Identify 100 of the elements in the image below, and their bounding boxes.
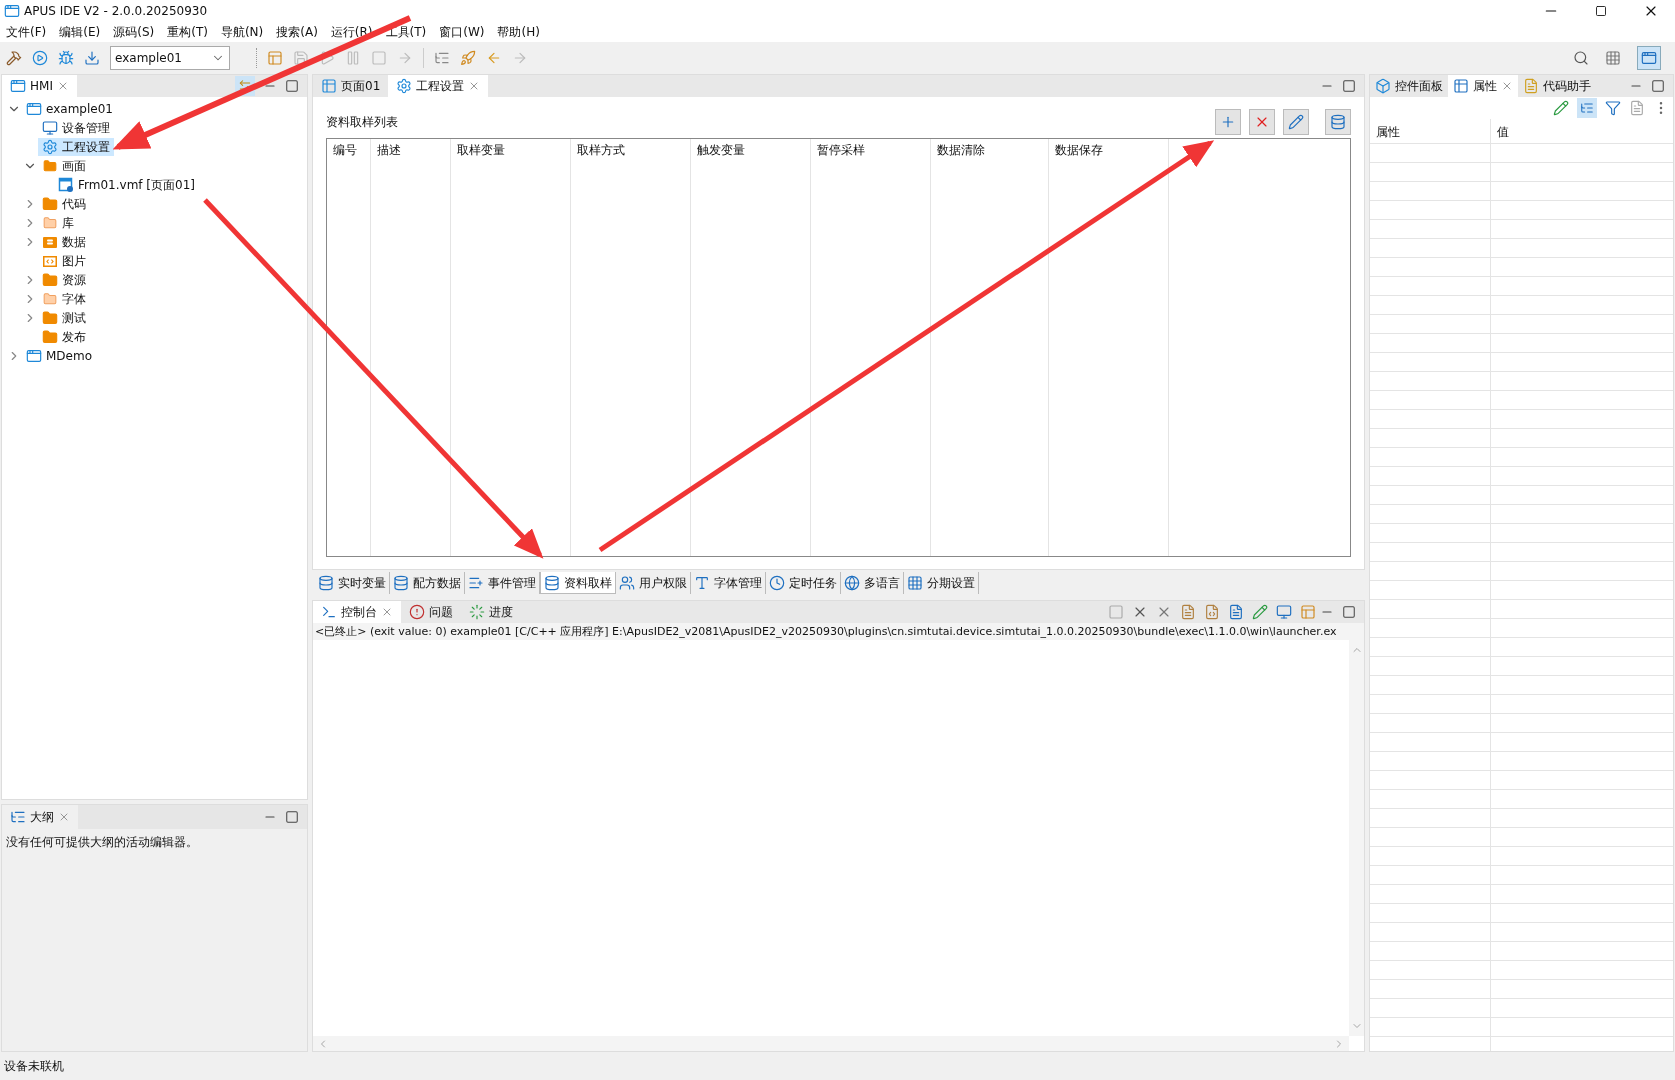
maximize-icon[interactable] (1342, 79, 1356, 93)
tree-item-label: 测试 (62, 309, 86, 327)
database-button[interactable] (1325, 109, 1351, 135)
add-button[interactable] (1215, 109, 1241, 135)
tree-item[interactable]: MDemo (22, 346, 96, 365)
delete-button[interactable] (1249, 109, 1275, 135)
menu-item[interactable]: 重构(T) (167, 23, 208, 41)
column-header[interactable]: 暂停采样 (811, 139, 930, 161)
maximize-icon[interactable] (285, 810, 299, 824)
property-column-header[interactable]: 属性 (1370, 119, 1491, 143)
restore-window-icon[interactable] (1595, 5, 1607, 17)
alert-icon (409, 604, 425, 620)
maximize-icon[interactable] (1342, 605, 1356, 619)
tree-item[interactable]: 画面 (38, 156, 90, 175)
window-title: APUS IDE V2 - 2.0.0.20250930 (24, 3, 208, 20)
menu-item[interactable]: 窗口(W) (439, 23, 485, 41)
project-combo[interactable]: example01 (110, 46, 230, 70)
menu-item[interactable]: 帮助(H) (497, 23, 540, 41)
section-title: 资料取样列表 (326, 114, 398, 131)
tree-item-label: 画面 (62, 157, 86, 175)
column-header[interactable]: 数据清除 (931, 139, 1048, 161)
tree-item[interactable]: 数据 (38, 232, 90, 251)
resume-icon[interactable] (319, 50, 335, 66)
column-header[interactable]: 编号 (327, 139, 370, 161)
project-icon (26, 347, 42, 364)
column-header[interactable]: 取样变量 (451, 139, 570, 161)
folder-icon (42, 271, 58, 288)
tree-item-label: 库 (62, 214, 74, 232)
filter-icon[interactable] (1605, 100, 1621, 116)
property-column-header[interactable]: 值 (1491, 119, 1673, 143)
perspective-icon[interactable] (1605, 50, 1621, 66)
save-icon[interactable] (293, 50, 309, 66)
column-header[interactable]: 描述 (371, 139, 450, 161)
list-icon[interactable] (434, 50, 450, 66)
vertical-scrollbar[interactable] (1349, 640, 1364, 1036)
close-tab-icon[interactable] (381, 606, 393, 618)
tree-item-label: 工程设置 (62, 138, 110, 156)
tree-item[interactable]: Frm01.vmf [页面01] (54, 175, 199, 194)
back-icon[interactable] (486, 50, 502, 66)
display-console-icon[interactable] (1276, 604, 1292, 620)
project-icon (26, 100, 42, 117)
window-icon (10, 78, 26, 94)
pencil-icon (1288, 114, 1304, 130)
outline-tab[interactable]: 大纲 (2, 805, 78, 829)
maximize-icon[interactable] (1651, 79, 1665, 93)
column-header[interactable]: 取样方式 (571, 139, 690, 161)
column-header[interactable]: 触发变量 (691, 139, 810, 161)
debug-icon[interactable] (58, 50, 74, 66)
tree-item[interactable]: 字体 (38, 289, 90, 308)
cube-icon (1375, 78, 1391, 94)
horizontal-scrollbar[interactable] (313, 1036, 1349, 1051)
active-perspective-button[interactable] (1637, 46, 1661, 70)
window-icon (1641, 50, 1657, 66)
tree-item-label: 代码 (62, 195, 86, 213)
app-logo-icon (4, 3, 20, 19)
menu-item[interactable]: 搜索(A) (276, 23, 318, 41)
tree-item-label: 设备管理 (62, 119, 110, 137)
close-tab-icon[interactable] (58, 811, 70, 823)
folder-icon (42, 309, 58, 326)
swap-arrows-icon (238, 79, 252, 93)
settings-tab[interactable]: 资料取样 (540, 572, 616, 594)
properties-tab[interactable]: 属性 (1448, 75, 1518, 97)
tree-item[interactable]: 发布 (38, 327, 90, 346)
tree-item[interactable]: 设备管理 (38, 118, 114, 137)
menu-item[interactable]: 编辑(E) (59, 23, 101, 41)
console-tab[interactable]: 控制台 (313, 601, 401, 623)
search-icon[interactable] (1573, 50, 1589, 66)
menu-item[interactable]: 源码(S) (113, 23, 155, 41)
tree-item[interactable]: 图片 (38, 251, 90, 270)
hammer-icon[interactable] (6, 50, 22, 66)
column-header[interactable]: 数据保存 (1049, 139, 1168, 161)
menu-item[interactable]: 文件(F) (6, 23, 47, 41)
gear-icon (396, 78, 413, 94)
console-icon (321, 604, 337, 620)
font-icon (694, 575, 710, 591)
explorer-tab[interactable]: HMI (2, 75, 77, 97)
download-icon[interactable] (84, 50, 100, 66)
tree-item[interactable]: 库 (38, 213, 78, 232)
status-text: 设备未联机 (4, 1058, 64, 1075)
edit-button[interactable] (1283, 109, 1309, 135)
tree-item[interactable]: example01 (22, 99, 117, 118)
settings-tab[interactable]: 用户权限 (616, 572, 691, 594)
settings-tab[interactable]: 多语言 (841, 572, 904, 594)
new-window-icon[interactable] (267, 50, 283, 66)
close-tab-icon[interactable] (1501, 80, 1513, 92)
grid-icon (907, 575, 923, 591)
tree-item[interactable]: 工程设置 (38, 137, 114, 156)
categories-button[interactable] (1577, 98, 1597, 118)
maximize-icon[interactable] (285, 79, 299, 93)
editor-tab[interactable]: 工程设置 (388, 75, 489, 97)
run-icon[interactable] (32, 50, 48, 66)
rocket-icon[interactable] (460, 50, 476, 66)
document-icon (1523, 78, 1539, 94)
tree-item[interactable]: 资源 (38, 270, 90, 289)
tree-item[interactable]: 代码 (38, 194, 90, 213)
tree-item-label: MDemo (46, 347, 92, 365)
menu-item[interactable]: 导航(N) (220, 23, 264, 41)
database-icon (318, 575, 334, 591)
settings-tab[interactable]: 定时任务 (766, 572, 841, 594)
tree-item[interactable]: 测试 (38, 308, 90, 327)
